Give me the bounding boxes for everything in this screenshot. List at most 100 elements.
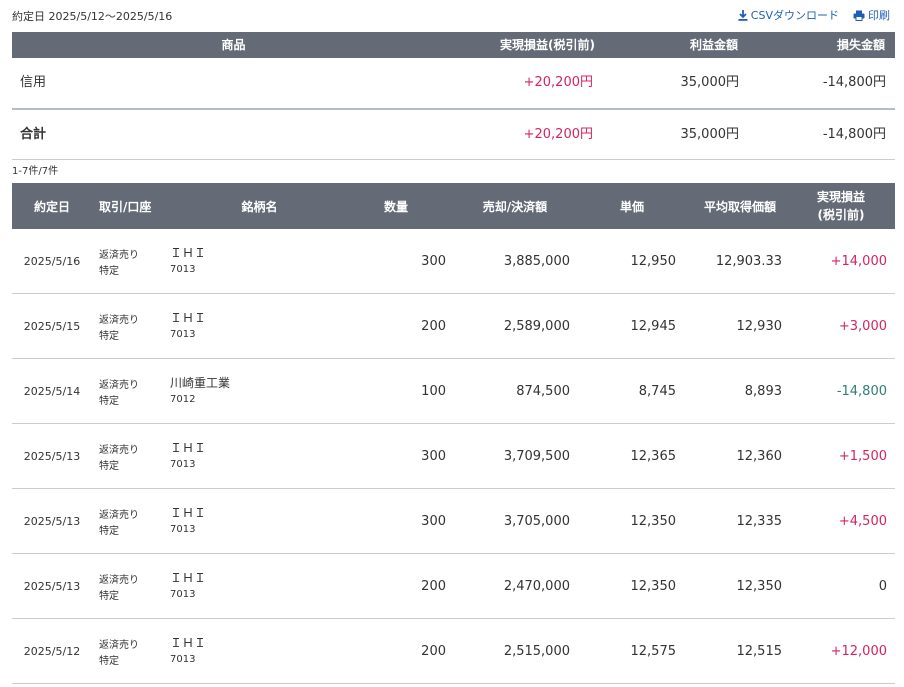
average-cost: 12,360 bbox=[736, 449, 783, 464]
settlement-amount: 3,705,000 bbox=[503, 514, 570, 529]
trade-type: 返済売り bbox=[99, 380, 139, 391]
summary-header-product: 商品 bbox=[221, 38, 246, 52]
settlement-amount: 2,515,000 bbox=[503, 644, 570, 659]
account-type: 特定 bbox=[99, 526, 119, 537]
summary-loss-value: -14,800円 bbox=[822, 127, 886, 142]
print-link[interactable]: 印刷 bbox=[853, 7, 890, 23]
trade-date: 2025/5/13 bbox=[23, 515, 81, 528]
security-code: 7013 bbox=[170, 459, 196, 470]
header-trade-account: 取引/口座 bbox=[99, 199, 152, 214]
table-row: 2025/5/13 返済売り特定 ＩＨＩ 7013 200 2,470,000 12,350… bbox=[12, 554, 895, 619]
security-name: ＩＨＩ bbox=[170, 311, 207, 325]
security-code: 7013 bbox=[170, 329, 196, 340]
summary-row-label: 信用 bbox=[20, 75, 47, 90]
unit-price: 12,575 bbox=[630, 644, 677, 659]
table-row: 2025/5/13 返済売り特定 ＩＨＩ 7013 300 3,709,500 12,365… bbox=[12, 424, 895, 489]
realized-pl: +1,500 bbox=[838, 449, 887, 464]
trade-type: 返済売り bbox=[99, 250, 139, 261]
trade-date: 2025/5/16 bbox=[23, 255, 81, 268]
summary-row-margin: 信用 +20,200円 35,000円 -14,800円 bbox=[12, 58, 895, 110]
account-type: 特定 bbox=[99, 266, 119, 277]
download-icon bbox=[738, 9, 748, 21]
account-type: 特定 bbox=[99, 461, 119, 472]
security-name: ＩＨＩ bbox=[170, 506, 207, 520]
header-settlement-amount: 売却/決済額 bbox=[482, 199, 548, 214]
security-name: ＩＨＩ bbox=[170, 246, 207, 260]
account-type: 特定 bbox=[99, 591, 119, 602]
summary-loss-value: -14,800円 bbox=[822, 75, 886, 90]
header-realized-pl: 実現損益 (税引前) bbox=[816, 190, 865, 222]
unit-price: 12,350 bbox=[630, 514, 677, 529]
trade-date: 2025/5/14 bbox=[23, 385, 81, 398]
csv-download-label: CSVダウンロード bbox=[750, 9, 839, 22]
summary-header-profit: 利益金額 bbox=[689, 38, 738, 52]
report-toolbar: 約定日 2025/5/12〜2025/5/16 CSVダウンロード 印刷 bbox=[12, 7, 890, 25]
quantity: 200 bbox=[421, 319, 446, 334]
summary-realized-value: +20,200円 bbox=[523, 75, 593, 90]
security-code: 7013 bbox=[170, 524, 196, 535]
detail-table-body: 2025/5/16 返済売り 特定 ＩＨＩ 7013 300 3,885,000 12,950… bbox=[12, 229, 895, 684]
unit-price: 12,945 bbox=[630, 319, 677, 334]
realized-pl: +12,000 bbox=[830, 644, 887, 659]
summary-row-label: 合計 bbox=[20, 127, 47, 142]
unit-price: 12,950 bbox=[630, 254, 677, 269]
realized-pl: -14,800 bbox=[836, 384, 887, 399]
average-cost: 12,350 bbox=[736, 579, 783, 594]
settlement-amount: 874,500 bbox=[516, 384, 570, 399]
average-cost: 12,930 bbox=[736, 319, 783, 334]
trade-date: 2025/5/12 bbox=[23, 645, 81, 658]
trade-date: 2025/5/13 bbox=[23, 450, 81, 463]
security-name: ＩＨＩ bbox=[170, 441, 207, 455]
header-trade-date: 約定日 bbox=[33, 199, 70, 214]
table-row: 2025/5/13 返済売り特定 ＩＨＩ 7013 300 3,705,000 12,350… bbox=[12, 489, 895, 554]
summary-profit-value: 35,000円 bbox=[680, 127, 740, 142]
average-cost: 12,515 bbox=[736, 644, 783, 659]
unit-price: 12,365 bbox=[630, 449, 677, 464]
trade-type: 返済売り bbox=[99, 315, 139, 326]
quantity: 300 bbox=[421, 254, 446, 269]
trade-date: 2025/5/13 bbox=[23, 580, 81, 593]
header-average-cost: 平均取得価額 bbox=[703, 199, 776, 214]
security-code: 7012 bbox=[170, 394, 196, 405]
average-cost: 8,893 bbox=[744, 384, 782, 399]
settlement-amount: 2,470,000 bbox=[503, 579, 570, 594]
trade-date: 2025/5/15 bbox=[23, 320, 81, 333]
printer-icon bbox=[853, 10, 865, 21]
settlement-amount: 3,709,500 bbox=[503, 449, 570, 464]
trade-type: 返済売り bbox=[99, 510, 139, 521]
quantity: 100 bbox=[421, 384, 446, 399]
header-security-name: 銘柄名 bbox=[241, 199, 278, 214]
summary-table-header: 商品 実現損益(税引前) 利益金額 損失金額 bbox=[12, 32, 895, 58]
summary-row-total: 合計 +20,200円 35,000円 -14,800円 bbox=[12, 110, 895, 160]
csv-download-link[interactable]: CSVダウンロード bbox=[738, 7, 839, 23]
table-row: 2025/5/12 返済売り 特定 ＩＨＩ 7013 200 2,515,000 12,575… bbox=[12, 619, 895, 684]
quantity: 200 bbox=[421, 579, 446, 594]
realized-pl: +4,500 bbox=[838, 514, 887, 529]
security-name: ＩＨＩ bbox=[170, 571, 207, 585]
trade-type: 返済売り bbox=[99, 640, 139, 651]
period-label: 約定日 2025/5/12〜2025/5/16 bbox=[12, 10, 173, 23]
quantity: 300 bbox=[421, 514, 446, 529]
average-cost: 12,903.33 bbox=[715, 254, 782, 269]
trade-type: 返済売り bbox=[99, 445, 139, 456]
account-type: 特定 bbox=[99, 396, 119, 407]
result-count: 1-7件/7件 bbox=[12, 166, 59, 177]
settlement-amount: 3,885,000 bbox=[503, 254, 570, 269]
table-row: 2025/5/14 返済売り 特定 川崎重工業 7012 100 874,500 8,745 8… bbox=[12, 359, 895, 424]
summary-realized-value: +20,200円 bbox=[523, 127, 593, 142]
realized-pl: +14,000 bbox=[830, 254, 887, 269]
settlement-amount: 2,589,000 bbox=[503, 319, 570, 334]
pl-report-page: 約定日 2025/5/12〜2025/5/16 CSVダウンロード 印刷 商品 … bbox=[0, 0, 904, 687]
account-type: 特定 bbox=[99, 656, 119, 667]
trade-type: 返済売り bbox=[99, 575, 139, 586]
print-label: 印刷 bbox=[868, 9, 890, 22]
quantity: 200 bbox=[421, 644, 446, 659]
header-unit-price: 単価 bbox=[619, 199, 644, 214]
security-name: 川崎重工業 bbox=[170, 376, 231, 390]
security-name: ＩＨＩ bbox=[170, 636, 207, 650]
quantity: 300 bbox=[421, 449, 446, 464]
table-row: 2025/5/15 返済売り 特定 ＩＨＩ 7013 200 2,589,000 12,945… bbox=[12, 294, 895, 359]
header-quantity: 数量 bbox=[383, 199, 408, 214]
security-code: 7013 bbox=[170, 264, 196, 275]
security-code: 7013 bbox=[170, 589, 196, 600]
